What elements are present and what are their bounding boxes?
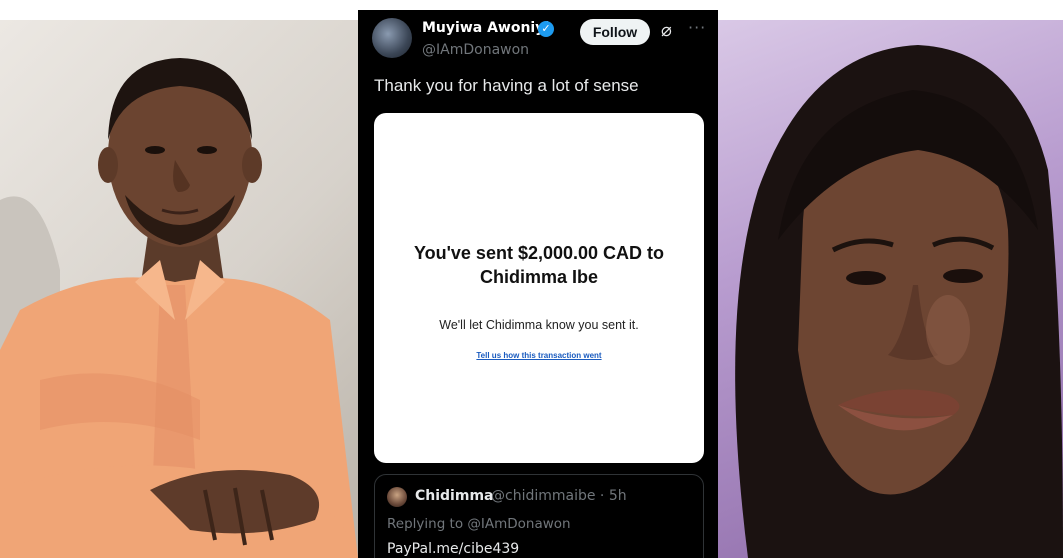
tweet-text: Thank you for having a lot of sense bbox=[374, 76, 639, 95]
tweet-header: Muyiwa Awoniyi ✓ @IAmDonawon Follow ⌀ ··… bbox=[358, 10, 718, 70]
man-illustration bbox=[0, 58, 358, 558]
follow-button[interactable]: Follow bbox=[580, 19, 650, 45]
quoted-text[interactable]: PayPal.me/cibe439 bbox=[387, 541, 519, 557]
quoted-handle-time: @chidimmaibe · 5h bbox=[491, 488, 627, 504]
quoted-tweet[interactable]: Chidimma @chidimmaibe · 5h Replying to @… bbox=[374, 474, 704, 558]
woman-illustration bbox=[735, 45, 1063, 558]
transaction-feedback-link[interactable]: Tell us how this transaction went bbox=[374, 351, 704, 360]
woman-photo bbox=[718, 20, 1063, 558]
payment-subtitle: We'll let Chidimma know you sent it. bbox=[439, 318, 639, 332]
author-handle[interactable]: @IAmDonawon bbox=[422, 42, 529, 58]
author-avatar[interactable] bbox=[372, 18, 412, 58]
collage: Muyiwa Awoniyi ✓ @IAmDonawon Follow ⌀ ··… bbox=[0, 0, 1063, 558]
quoted-name[interactable]: Chidimma bbox=[415, 488, 493, 504]
payment-confirmation-image[interactable]: You've sent $2,000.00 CAD to Chidimma Ib… bbox=[374, 113, 704, 463]
replying-to: Replying to @IAmDonawon bbox=[387, 516, 571, 532]
man-photo bbox=[0, 20, 358, 558]
more-icon[interactable]: ··· bbox=[688, 18, 706, 37]
payment-title: You've sent $2,000.00 CAD to Chidimma Ib… bbox=[413, 243, 665, 287]
author-name[interactable]: Muyiwa Awoniyi bbox=[422, 20, 549, 36]
tweet-screenshot: Muyiwa Awoniyi ✓ @IAmDonawon Follow ⌀ ··… bbox=[358, 10, 718, 558]
verified-badge-icon: ✓ bbox=[538, 21, 554, 37]
grok-icon[interactable]: ⌀ bbox=[661, 20, 672, 41]
quoted-avatar[interactable] bbox=[387, 487, 407, 507]
